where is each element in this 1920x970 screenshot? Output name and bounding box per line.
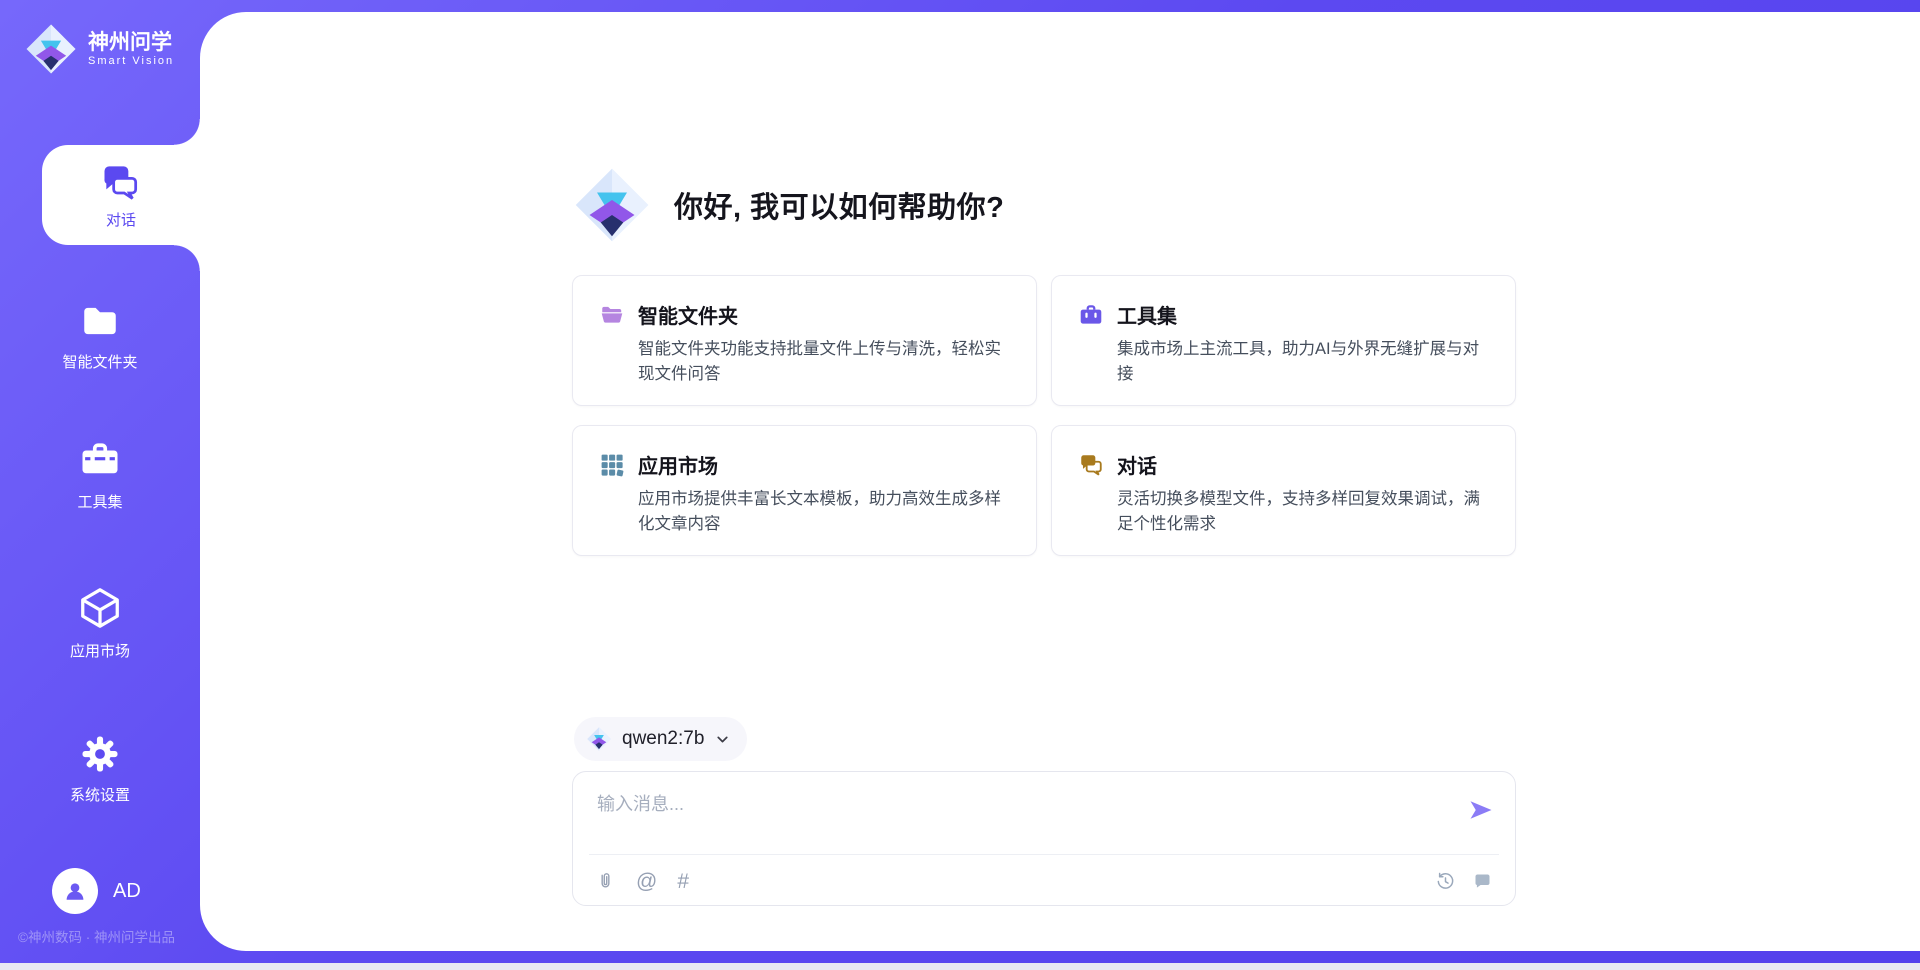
- copyright-footer: ©神州数码 · 神州问学出品: [18, 926, 175, 946]
- card-app-market[interactable]: 应用市场 应用市场提供丰富长文本模板，助力高效生成多样化文章内容: [572, 425, 1037, 556]
- at-icon[interactable]: @: [636, 871, 657, 892]
- sidebar-item-label: 智能文件夹: [62, 351, 137, 372]
- feature-cards: 智能文件夹 智能文件夹功能支持批量文件上传与清洗，轻松实现文件问答: [572, 275, 1516, 556]
- brand-subtitle: Smart Vision: [88, 55, 174, 68]
- folder-open-icon: [599, 302, 625, 328]
- tab-fillet-top: [174, 119, 200, 145]
- message-composer: @ #: [572, 771, 1516, 906]
- app-window: 神州问学 Smart Vision 对话 智能文件夹: [0, 0, 1920, 970]
- toolbox-icon: [1078, 302, 1104, 328]
- history-icon[interactable]: [1435, 871, 1456, 892]
- brand-name: 神州问学: [88, 31, 174, 55]
- sidebar-item-app-market[interactable]: 应用市场: [0, 585, 200, 661]
- chat-icon: [1078, 452, 1104, 478]
- chat-icon: [99, 160, 143, 204]
- model-selector[interactable]: qwen2:7b: [574, 717, 747, 761]
- model-name: qwen2:7b: [622, 728, 704, 750]
- tab-fillet-bottom: [174, 245, 200, 271]
- card-chat[interactable]: 对话 灵活切换多模型文件，支持多样回复效果调试，满足个性化需求: [1051, 425, 1516, 556]
- diamond-logo-icon: [586, 726, 612, 752]
- folder-icon: [79, 300, 121, 342]
- toolbox-icon: [79, 440, 121, 482]
- chat-bubble-icon[interactable]: [1472, 871, 1493, 892]
- user-initials: AD: [113, 880, 141, 903]
- card-smart-folder[interactable]: 智能文件夹 智能文件夹功能支持批量文件上传与清洗，轻松实现文件问答: [572, 275, 1037, 406]
- sidebar-item-label: 系统设置: [70, 784, 130, 805]
- card-title: 对话: [1117, 450, 1157, 479]
- send-icon[interactable]: [1467, 796, 1495, 824]
- card-description: 智能文件夹功能支持批量文件上传与清洗，轻松实现文件问答: [638, 337, 1010, 387]
- gear-icon: [79, 733, 121, 775]
- card-description: 应用市场提供丰富长文本模板，助力高效生成多样化文章内容: [638, 487, 1010, 537]
- greeting-block: 你好, 我可以如何帮助你?: [572, 165, 1004, 245]
- sidebar-item-label: 对话: [106, 209, 136, 230]
- sidebar-item-label: 工具集: [77, 491, 122, 512]
- sidebar-item-toolset[interactable]: 工具集: [0, 440, 200, 512]
- grid-icon: [599, 452, 625, 478]
- hash-icon[interactable]: #: [677, 871, 689, 892]
- diamond-logo-icon: [24, 22, 78, 76]
- bottom-edge-strip: [0, 963, 1920, 970]
- avatar: [52, 868, 98, 914]
- user-profile[interactable]: AD: [52, 868, 141, 914]
- sidebar-item-smart-folder[interactable]: 智能文件夹: [0, 300, 200, 372]
- message-input[interactable]: [595, 788, 1419, 850]
- paperclip-icon[interactable]: [595, 871, 616, 892]
- main-panel: 你好, 我可以如何帮助你? 智能文件夹 智能文件夹功能支持批量文件上: [200, 12, 1920, 951]
- chevron-down-icon: [714, 731, 731, 748]
- diamond-logo-icon: [572, 165, 652, 245]
- card-description: 集成市场上主流工具，助力AI与外界无缝扩展与对接: [1117, 337, 1489, 387]
- card-title: 应用市场: [638, 450, 718, 479]
- card-title: 智能文件夹: [638, 300, 738, 329]
- brand-logo: 神州问学 Smart Vision: [24, 22, 174, 76]
- card-title: 工具集: [1117, 300, 1177, 329]
- card-description: 灵活切换多模型文件，支持多样回复效果调试，满足个性化需求: [1117, 487, 1489, 537]
- sidebar-item-settings[interactable]: 系统设置: [0, 733, 200, 805]
- greeting-title: 你好, 我可以如何帮助你?: [674, 184, 1004, 226]
- cube-icon: [77, 585, 123, 631]
- sidebar-item-label: 应用市场: [70, 640, 130, 661]
- sidebar-item-chat[interactable]: 对话: [42, 145, 200, 245]
- card-toolset[interactable]: 工具集 集成市场上主流工具，助力AI与外界无缝扩展与对接: [1051, 275, 1516, 406]
- person-icon: [61, 877, 89, 905]
